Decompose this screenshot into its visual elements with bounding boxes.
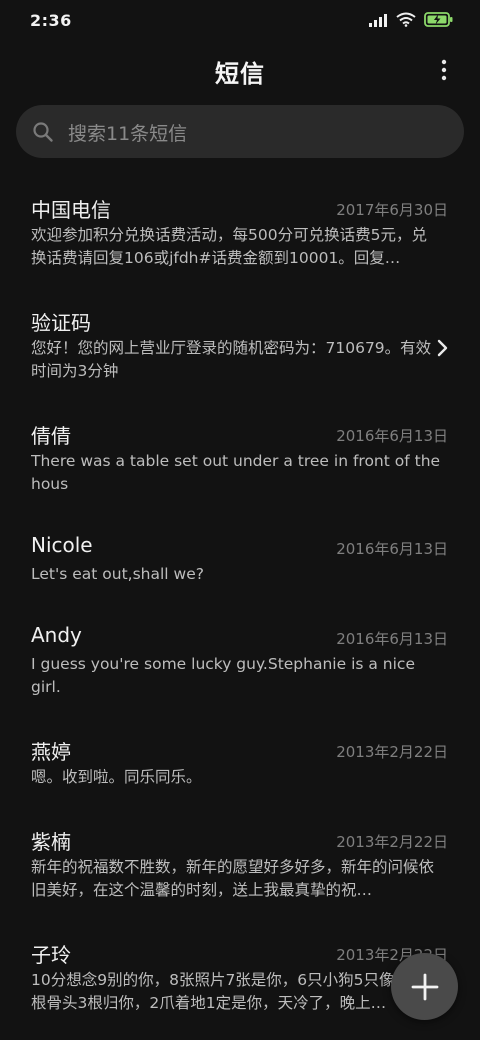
message-item[interactable]: 燕婷 2013年2月22日 嗯。收到啦。同乐同乐。: [0, 718, 480, 818]
signal-icon: [368, 13, 388, 27]
page-title: 短信: [215, 60, 265, 88]
status-bar: 2:36: [0, 0, 480, 42]
message-sender: 子玲: [31, 943, 71, 967]
message-sender: Andy: [31, 623, 82, 647]
message-date: 2016年6月13日: [336, 540, 448, 558]
message-date: 2013年2月22日: [336, 833, 448, 851]
message-preview: 10分想念9别的你，8张照片7张是你，6只小狗5只像你，4根骨头3根归你，2爪着…: [31, 971, 436, 1012]
message-item[interactable]: 中国电信 2017年6月30日 欢迎参加积分兑换话费活动，每500分可兑换话费5…: [0, 176, 480, 276]
message-date: 2016年6月13日: [336, 630, 448, 648]
message-preview: There was a table set out under a tree i…: [31, 452, 441, 493]
message-list: 中国电信 2017年6月30日 欢迎参加积分兑换话费活动，每500分可兑换话费5…: [0, 176, 480, 1040]
message-item[interactable]: Nicole 2016年6月13日 Let's eat out,shall we…: [0, 515, 480, 615]
header: 短信: [0, 48, 480, 94]
search-icon: [33, 122, 53, 142]
message-date: 2013年2月22日: [336, 743, 448, 761]
message-date: 2016年6月13日: [336, 427, 448, 445]
message-preview: 嗯。收到啦。同乐同乐。: [31, 768, 202, 786]
message-item[interactable]: Andy 2016年6月13日 I guess you're some luck…: [0, 605, 480, 705]
message-preview: 您好！您的网上营业厅登录的随机密码为：710679。有效时间为3分钟: [31, 339, 432, 380]
message-sender: 燕婷: [31, 740, 71, 764]
message-sender: 倩倩: [31, 424, 71, 448]
message-preview: 欢迎参加积分兑换话费活动，每500分可兑换话费5元，兑换话费请回复106或jfd…: [31, 226, 427, 267]
message-sender: Nicole: [31, 533, 93, 557]
message-date: 2017年6月30日: [336, 201, 448, 219]
more-options-button[interactable]: [430, 54, 458, 86]
new-message-button[interactable]: [391, 953, 458, 1020]
more-vertical-icon: [441, 59, 447, 81]
plus-icon: [411, 973, 438, 1000]
search-placeholder: 搜索11条短信: [68, 123, 188, 145]
message-sender: 中国电信: [31, 198, 111, 222]
message-item[interactable]: 验证码 您好！您的网上营业厅登录的随机密码为：710679。有效时间为3分钟: [0, 289, 480, 389]
chevron-right-icon[interactable]: [436, 338, 450, 358]
wifi-icon: [396, 12, 416, 27]
status-time: 2:36: [30, 11, 72, 30]
battery-charging-icon: [424, 12, 454, 27]
status-icons: [368, 12, 454, 27]
message-sender: 紫楠: [31, 830, 71, 854]
message-item[interactable]: 倩倩 2016年6月13日 There was a table set out …: [0, 402, 480, 502]
message-preview: Let's eat out,shall we?: [31, 565, 204, 583]
search-input[interactable]: 搜索11条短信: [16, 105, 464, 158]
message-preview: I guess you're some lucky guy.Stephanie …: [31, 655, 415, 696]
message-sender: 验证码: [31, 311, 91, 335]
message-item[interactable]: 紫楠 2013年2月22日 新年的祝福数不胜数，新年的愿望好多好多，新年的问候依…: [0, 808, 480, 908]
message-preview: 新年的祝福数不胜数，新年的愿望好多好多，新年的问候依旧美好，在这个温馨的时刻，送…: [31, 858, 435, 899]
